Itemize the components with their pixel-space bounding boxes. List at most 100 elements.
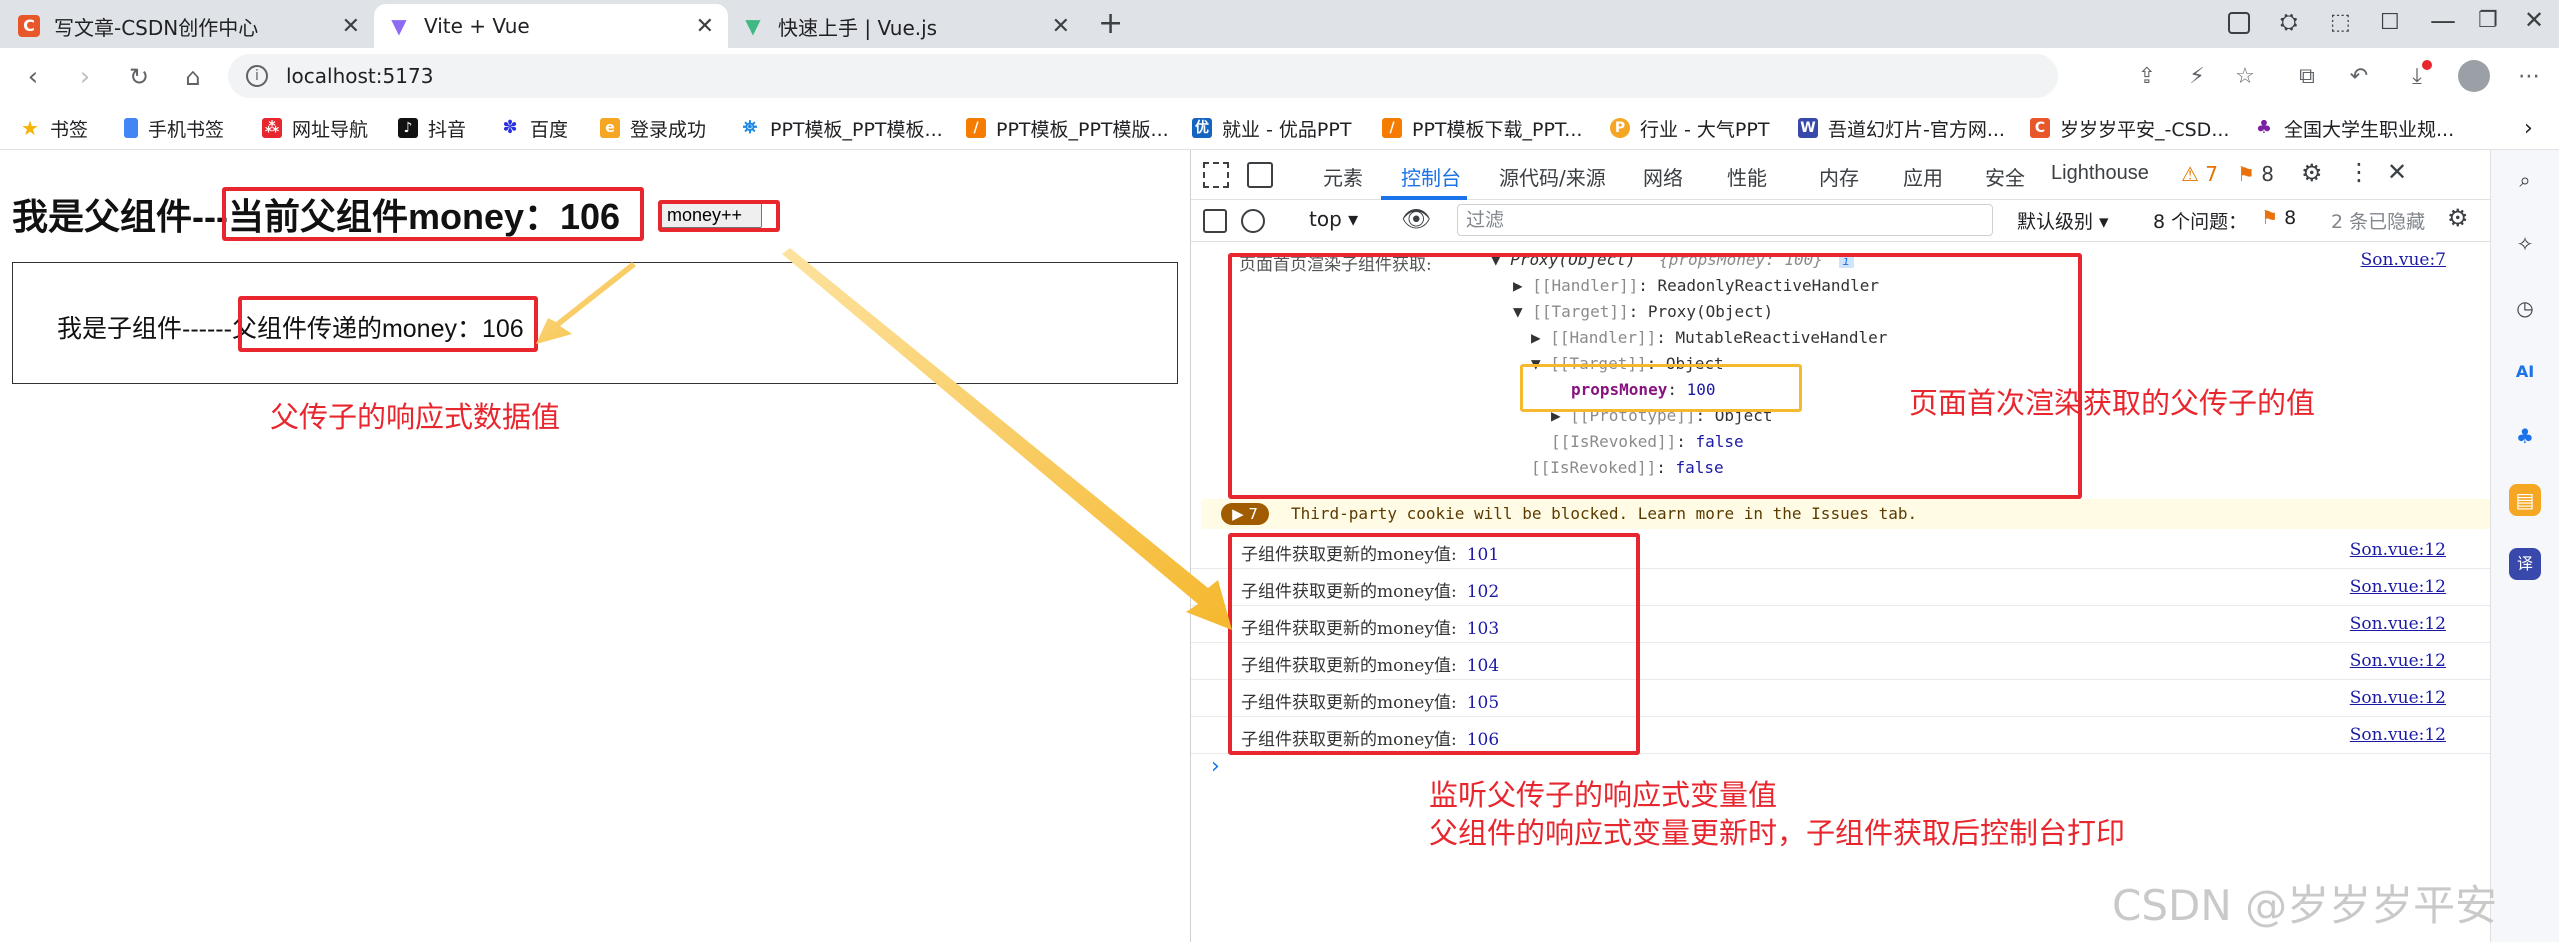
tab-elements[interactable]: 元素 <box>1323 162 1363 191</box>
devtools-more-icon[interactable]: ⋮ <box>2347 158 2371 186</box>
tab-sources[interactable]: 源代码/来源 <box>1499 162 1606 191</box>
bookmark-item[interactable]: e 登录成功 <box>600 114 706 142</box>
issues-count[interactable]: ⚑ 8 <box>2261 207 2296 229</box>
hidden-count: 2 条已隐藏 <box>2331 211 2426 233</box>
console-prompt[interactable]: › <box>1211 754 1220 779</box>
avatar[interactable] <box>2458 60 2490 92</box>
bookmark-item[interactable]: ⁂ 网址导航 <box>262 114 368 142</box>
bookmark-item[interactable]: ♪ 抖音 <box>398 114 466 142</box>
device-toolbar-icon[interactable] <box>1247 162 1273 188</box>
close-window-button[interactable]: ✕ <box>2524 6 2544 34</box>
bookmark-item[interactable]: C 岁岁岁平安_-CSD... <box>2030 114 2229 142</box>
errors-counter[interactable]: ⚑ 8 <box>2237 162 2274 186</box>
log-source-link[interactable]: Son.vue:12 <box>2350 651 2446 671</box>
new-tab-button[interactable]: + <box>1098 6 1123 41</box>
bookmark-item[interactable]: 手机书签 <box>124 114 224 142</box>
tab-memory[interactable]: 内存 <box>1819 162 1859 191</box>
address-toolbar: ‹ › ↻ ⌂ i localhost:5173 ⇪ ⚡ ☆ ⧉ ↶ ⤓ ⋯ <box>0 48 2559 106</box>
tab-console[interactable]: 控制台 <box>1401 162 1461 191</box>
tab-lighthouse[interactable]: Lighthouse <box>2051 162 2149 185</box>
devtools-tab-bar: 元素 控制台 源代码/来源 网络 性能 内存 应用 安全 Lighthouse … <box>1191 150 2491 200</box>
forward-icon[interactable]: › <box>68 60 102 94</box>
nav-icon: ⁂ <box>262 118 282 138</box>
address-bar[interactable]: i localhost:5173 <box>228 54 2058 98</box>
sidebar-tools-icon[interactable]: ▤ <box>2509 484 2541 516</box>
back-icon[interactable]: ‹ <box>16 60 50 94</box>
notification-dot <box>2422 60 2432 70</box>
performance-icon[interactable]: ⚡ <box>2180 60 2214 94</box>
log-source-link[interactable]: Son.vue:7 <box>2361 250 2446 270</box>
baidu-icon: ✽ <box>502 117 518 138</box>
parent-prefix: 我是父组件--- <box>12 196 228 237</box>
reload-icon[interactable]: ↻ <box>122 60 156 94</box>
bookmark-item[interactable]: 优就业 - 优品PPT <box>1192 114 1351 142</box>
sidebar-discover-icon[interactable]: ✧ <box>2509 228 2541 260</box>
log-source-link[interactable]: Son.vue:12 <box>2350 725 2446 745</box>
bookmark-item[interactable]: ⛯ PPT模板_PPT模板... <box>740 114 943 142</box>
tab-performance[interactable]: 性能 <box>1727 162 1767 191</box>
log-source-link[interactable]: Son.vue:12 <box>2350 688 2446 708</box>
log-source-link[interactable]: Son.vue:12 <box>2350 577 2446 597</box>
sidebar-toggle-icon[interactable] <box>1203 209 1227 233</box>
history-back-icon[interactable]: ↶ <box>2342 60 2376 94</box>
site-info-icon[interactable]: i <box>246 65 268 87</box>
bookmark-item[interactable]: ✽ 百度 <box>500 114 568 142</box>
extensions-puzzle-icon[interactable]: ⧉ <box>2290 60 2324 94</box>
profile-switch-icon[interactable]: ⛭ <box>2280 10 2298 35</box>
tab-vuejs[interactable]: ▼ 快速上手 | Vue.js ✕ <box>728 4 1084 48</box>
close-tab-icon[interactable]: ✕ <box>342 14 360 39</box>
warnings-counter[interactable]: ⚠ 7 <box>2181 162 2218 186</box>
inspect-element-icon[interactable] <box>1203 162 1229 188</box>
warning-text: Third-party cookie will be blocked. Lear… <box>1291 504 1918 523</box>
highlight-parent-money <box>222 187 644 241</box>
more-menu-icon[interactable]: ⋯ <box>2512 60 2546 94</box>
tab-security[interactable]: 安全 <box>1985 162 2025 191</box>
log-source-link[interactable]: Son.vue:12 <box>2350 614 2446 634</box>
bookmark-item[interactable]: ♣ 全国大学生职业规... <box>2254 114 2454 142</box>
log-source-link[interactable]: Son.vue:12 <box>2350 540 2446 560</box>
ppt3-icon: / <box>1382 118 1402 138</box>
ppt-icon: ⛯ <box>742 117 758 138</box>
issues-label[interactable]: 8 个问题： <box>2153 207 2247 234</box>
live-expression-eye-icon[interactable]: 👁 <box>1401 205 1431 233</box>
issue-flag-icon: ⚑ <box>2261 207 2279 229</box>
log-level-dropdown[interactable]: 默认级别 ▾ <box>2017 207 2109 234</box>
sidebar-translate-icon[interactable]: 译 <box>2509 548 2541 580</box>
bookmark-item[interactable]: / PPT模板_PPT模版... <box>966 114 1169 142</box>
bookmark-item[interactable]: ★ 书签 <box>20 114 88 142</box>
close-devtools-icon[interactable]: ✕ <box>2387 158 2407 186</box>
console-toolbar: top ▾ 👁 过滤 默认级别 ▾ 8 个问题： ⚑ 8 2 条已隐藏 ⚙ <box>1191 200 2491 242</box>
tab-search-icon[interactable] <box>2228 12 2250 34</box>
clear-console-icon[interactable] <box>1241 209 1265 233</box>
highlight-log-rows <box>1228 533 1640 755</box>
bookmark-item[interactable]: / PPT模板下载_PPT... <box>1382 114 1582 142</box>
close-tab-icon[interactable]: ✕ <box>1052 14 1070 39</box>
minimize-button[interactable]: — <box>2430 6 2456 36</box>
sidebar-history-icon[interactable]: ◷ <box>2509 292 2541 324</box>
context-selector[interactable]: top ▾ <box>1309 207 1358 231</box>
sidebar-search-icon[interactable]: ⌕ <box>2509 164 2541 196</box>
favorite-star-icon[interactable]: ☆ <box>2228 60 2262 94</box>
maximize-button[interactable]: ❐ <box>2478 8 2498 33</box>
bookmark-item[interactable]: P 行业 - 大气PPT <box>1610 114 1769 142</box>
close-tab-icon[interactable]: ✕ <box>696 14 714 39</box>
favorites-bar-icon[interactable]: ☐ <box>2380 10 2400 35</box>
browser-sidebar: ⌕ ✧ ◷ AI ♣ ▤ 译 <box>2490 150 2559 942</box>
sidebar-ai-icon[interactable]: AI <box>2509 356 2541 388</box>
annotation-watch-title: 监听父传子的响应式变量值 <box>1429 778 1778 812</box>
console-filter-input[interactable]: 过滤 <box>1457 204 1993 236</box>
tab-title: 写文章-CSDN创作中心 <box>54 15 259 40</box>
bookmarks-overflow-icon[interactable]: › <box>2524 114 2533 142</box>
third-party-cookie-warning[interactable]: ▶ 7 Third-party cookie will be blocked. … <box>1201 499 2491 529</box>
tab-network[interactable]: 网络 <box>1643 162 1683 191</box>
extensions-icon[interactable]: ⬚ <box>2330 10 2351 35</box>
console-settings-icon[interactable]: ⚙ <box>2447 204 2469 232</box>
tab-vite-vue[interactable]: ▼ Vite + Vue ✕ <box>374 4 728 48</box>
sidebar-game-icon[interactable]: ♣ <box>2509 420 2541 452</box>
settings-gear-icon[interactable]: ⚙ <box>2301 159 2323 187</box>
tab-application[interactable]: 应用 <box>1903 162 1943 191</box>
bookmark-item[interactable]: W 吾道幻灯片-官方网... <box>1798 114 2005 142</box>
tab-csdn[interactable]: C 写文章-CSDN创作中心 ✕ <box>4 4 374 48</box>
share-icon[interactable]: ⇪ <box>2130 60 2164 94</box>
home-icon[interactable]: ⌂ <box>176 60 210 94</box>
